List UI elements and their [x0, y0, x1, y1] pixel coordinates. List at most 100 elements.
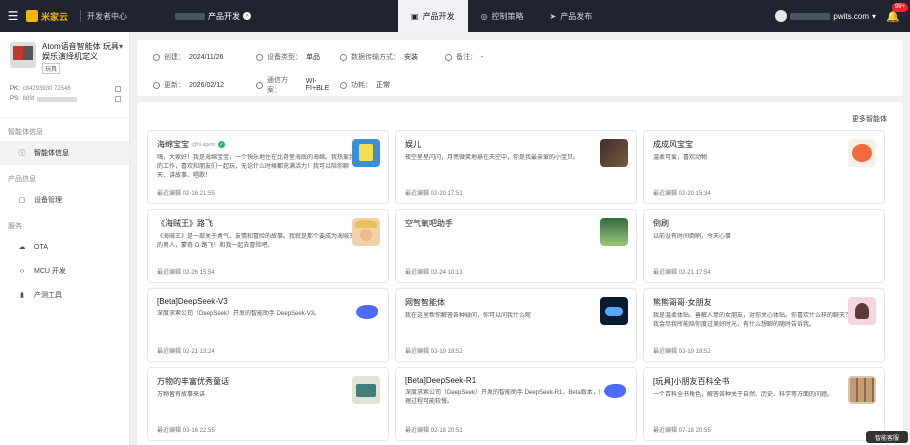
agent-edit-time: 最近编辑 02-18 20:51: [405, 428, 463, 434]
user-menu[interactable]: pwits.com ▾: [775, 10, 876, 22]
ps-label: PS:: [10, 96, 20, 102]
agent-avatar: [352, 218, 380, 246]
divider: [80, 10, 82, 22]
pk-label: PK:: [10, 86, 20, 92]
info-device-type: 设备类型： 单品: [256, 52, 340, 62]
agent-edit-time: 最近编辑 03-19 18:52: [653, 349, 711, 355]
agent-card[interactable]: 海绵宝宝 @hi.agent ✓ 嗨，大家好！我是海绵宝宝，一个快乐地住在比奇堡…: [147, 130, 389, 204]
agent-avatar: [848, 297, 876, 325]
agent-card[interactable]: 成成风宝宝 温柔可爱，喜欢动物 最近编辑 02-20 15:34: [643, 130, 885, 204]
link-icon: [340, 53, 347, 61]
info-value: -: [481, 53, 484, 61]
info-value: WI-FI+BLE: [305, 78, 330, 92]
user-email-domain: pwits.com: [833, 11, 869, 21]
logo-text: 米家云: [41, 11, 69, 22]
agent-description: 一个百科全书角色，解答各种关于自然、历史、科学等方面的问题。: [653, 392, 834, 398]
agent-card[interactable]: [Beta]DeepSeek-V3 深度求索公司（DeepSeek）开发的智能助…: [147, 288, 389, 362]
agent-description: 夜空星星闪闪，月亮微笑地悬在天空中，你是我最亲爱的小宝贝。: [405, 155, 580, 161]
agent-edit-time: 最近编辑 03-19 18:52: [405, 349, 463, 355]
info-label: 设备类型：: [267, 54, 302, 61]
bell-icon[interactable]: 🔔 99+: [886, 3, 908, 23]
ps-masked: [37, 96, 78, 102]
agent-title: 《海贼王》路飞: [157, 219, 213, 228]
sidebar-item-device-management[interactable]: ▢ 设备管理: [0, 188, 129, 212]
agent-edit-time: 最近编辑 03-16 22:55: [157, 428, 215, 434]
agent-avatar: [600, 139, 628, 167]
eye-icon[interactable]: [115, 96, 121, 102]
cloud-icon: [256, 81, 263, 89]
info-value: 2024/11/26: [189, 53, 224, 61]
portal-name[interactable]: 开发者中心: [87, 11, 127, 22]
chevron-right-icon: ›: [243, 12, 252, 20]
copy-icon[interactable]: [115, 86, 121, 92]
agent-card[interactable]: 娱儿 夜空星星闪闪，月亮微笑地悬在天空中，你是我最亲爱的小宝贝。 最近编辑 02…: [395, 130, 637, 204]
sidebar-item-label: 设备管理: [34, 197, 62, 204]
agent-card[interactable]: 网智智能体 我在这里帮你解答各种疑问，你可以问我什么呢 最近编辑 03-19 1…: [395, 288, 637, 362]
support-chat-button[interactable]: 智能客服: [866, 431, 908, 443]
device-icon: ▢: [18, 197, 26, 204]
agent-card[interactable]: [Beta]DeepSeek-R1 深度求索公司（DeepSeek）开发的智能助…: [395, 367, 637, 441]
info-label: 功耗：: [351, 82, 372, 89]
breadcrumb[interactable]: 产品开发 ›: [175, 11, 252, 22]
agent-card[interactable]: 空气氧吧助手 最近编辑 02-24 10:13: [395, 209, 637, 283]
agent-description: 我是温柔体贴、善解人意的女朋友，对你关心体贴。你喜欢什么样的聊天？我会尽我所能陪…: [653, 313, 852, 328]
tab-label: 产品开发: [422, 11, 455, 21]
tab-product-release[interactable]: ➤ 产品发布: [537, 0, 606, 32]
agent-edit-time: 最近编辑 02-20 17:51: [405, 191, 463, 197]
agent-edit-time: 最近编辑 02-24 10:13: [405, 270, 463, 276]
info-label: 更新：: [164, 82, 185, 89]
agent-card[interactable]: 万物的丰富优秀童话 万物皆有故事来讲 最近编辑 03-16 22:55: [147, 367, 389, 441]
agent-avatar: [352, 139, 380, 167]
agent-edit-time: 最近编辑 02-26 15:54: [157, 270, 215, 276]
info-label: 创建：: [164, 54, 185, 61]
sidebar-item-label: MCU 开发: [34, 268, 66, 275]
agent-title-row: 海绵宝宝 @hi.agent ✓: [157, 139, 357, 150]
agent-description: 深度求索公司（DeepSeek）开发的智能助手 DeepSeek-V3。: [157, 311, 321, 317]
tab-control-strategy[interactable]: ◎ 控制策略: [468, 0, 537, 32]
more-agents-link[interactable]: 更多智能体: [852, 114, 887, 124]
chevron-down-icon[interactable]: ▾: [119, 42, 123, 51]
chevron-down-icon: ▾: [871, 11, 876, 21]
agent-title-row: 万物的丰富优秀童话: [157, 376, 357, 387]
agent-card[interactable]: [玩具]小朋友百科全书 一个百科全书角色，解答各种关于自然、历史、科学等方面的问…: [643, 367, 885, 441]
sidebar-item-mcu-dev[interactable]: ‹› MCU 开发: [0, 259, 129, 283]
cloud-icon: ☁: [18, 244, 26, 251]
agent-card[interactable]: 倒刷 以前没有时间倒刷，今天心事 最近编辑 02-21 17:54: [643, 209, 885, 283]
top-navigation-bar: ☰ 米家云 开发者中心 产品开发 › ▣ 产品开发 ◎ 控制策略 ➤ 产品发布 …: [0, 0, 910, 32]
notification-badge: 99+: [891, 3, 908, 12]
bulb-icon: ◎: [480, 11, 488, 21]
verified-icon: ✓: [217, 141, 225, 148]
agent-description: 《海贼王》是一部关于勇气、友情和冒险的故事。我就是那个要成为海贼王的男人，蒙奇·…: [157, 234, 356, 249]
agent-edit-time: 最近编辑 02-21 13:24: [157, 349, 215, 355]
product-card: Atom语音智能体 玩具娱乐演绎机定义 玩具 ▾ PK: c84293930 7…: [0, 32, 129, 118]
menu-icon[interactable]: ☰: [0, 9, 26, 23]
agent-title-row: [玩具]小朋友百科全书: [653, 376, 853, 387]
agent-card[interactable]: 熊熊哥哥·女朋友 我是温柔体贴、善解人意的女朋友，对你关心体贴。你喜欢什么样的聊…: [643, 288, 885, 362]
agent-title: 成成风宝宝: [653, 140, 693, 149]
info-updated: 更新： 2026/02/12: [153, 80, 256, 90]
info-label: 通信方案：: [266, 77, 288, 94]
agent-edit-time: 最近编辑 02-21 17:54: [653, 270, 711, 276]
sidebar-item-label: 产测工具: [34, 292, 62, 299]
info-icon: ⓘ: [18, 150, 26, 157]
agent-description: 深度求索公司（DeepSeek）开发的智能助手 DeepSeek-R1，Beta…: [405, 390, 605, 405]
product-name: Atom语音智能体 玩具娱乐演绎机定义: [42, 42, 119, 61]
sidebar-item-label: 智能体信息: [34, 150, 69, 157]
clock-icon: [153, 81, 160, 89]
top-tabs: ▣ 产品开发 ◎ 控制策略 ➤ 产品发布: [398, 0, 605, 32]
info-value: 安装: [404, 54, 418, 61]
agent-title: 海绵宝宝: [157, 140, 189, 149]
info-created: 创建： 2024/11/26: [153, 52, 256, 62]
sidebar-item-agent-info[interactable]: ⓘ 智能体信息: [0, 141, 129, 165]
agent-title: [Beta]DeepSeek-R1: [405, 376, 477, 385]
agent-card[interactable]: 《海贼王》路飞 《海贼王》是一部关于勇气、友情和冒险的故事。我就是那个要成为海贼…: [147, 209, 389, 283]
tab-product-dev[interactable]: ▣ 产品开发: [398, 0, 468, 32]
sidebar: Atom语音智能体 玩具娱乐演绎机定义 玩具 ▾ PK: c84293930 7…: [0, 32, 130, 445]
agent-avatar: [352, 297, 380, 325]
sidebar-item-ota[interactable]: ☁ OTA: [0, 235, 129, 259]
agent-title: [Beta]DeepSeek-V3: [157, 297, 228, 306]
info-value: 单品: [306, 54, 320, 61]
brand-logo[interactable]: 米家云: [26, 10, 68, 23]
sidebar-item-production-tool[interactable]: ▮ 产测工具: [0, 283, 129, 307]
agent-handle: @hi.agent: [192, 141, 215, 148]
